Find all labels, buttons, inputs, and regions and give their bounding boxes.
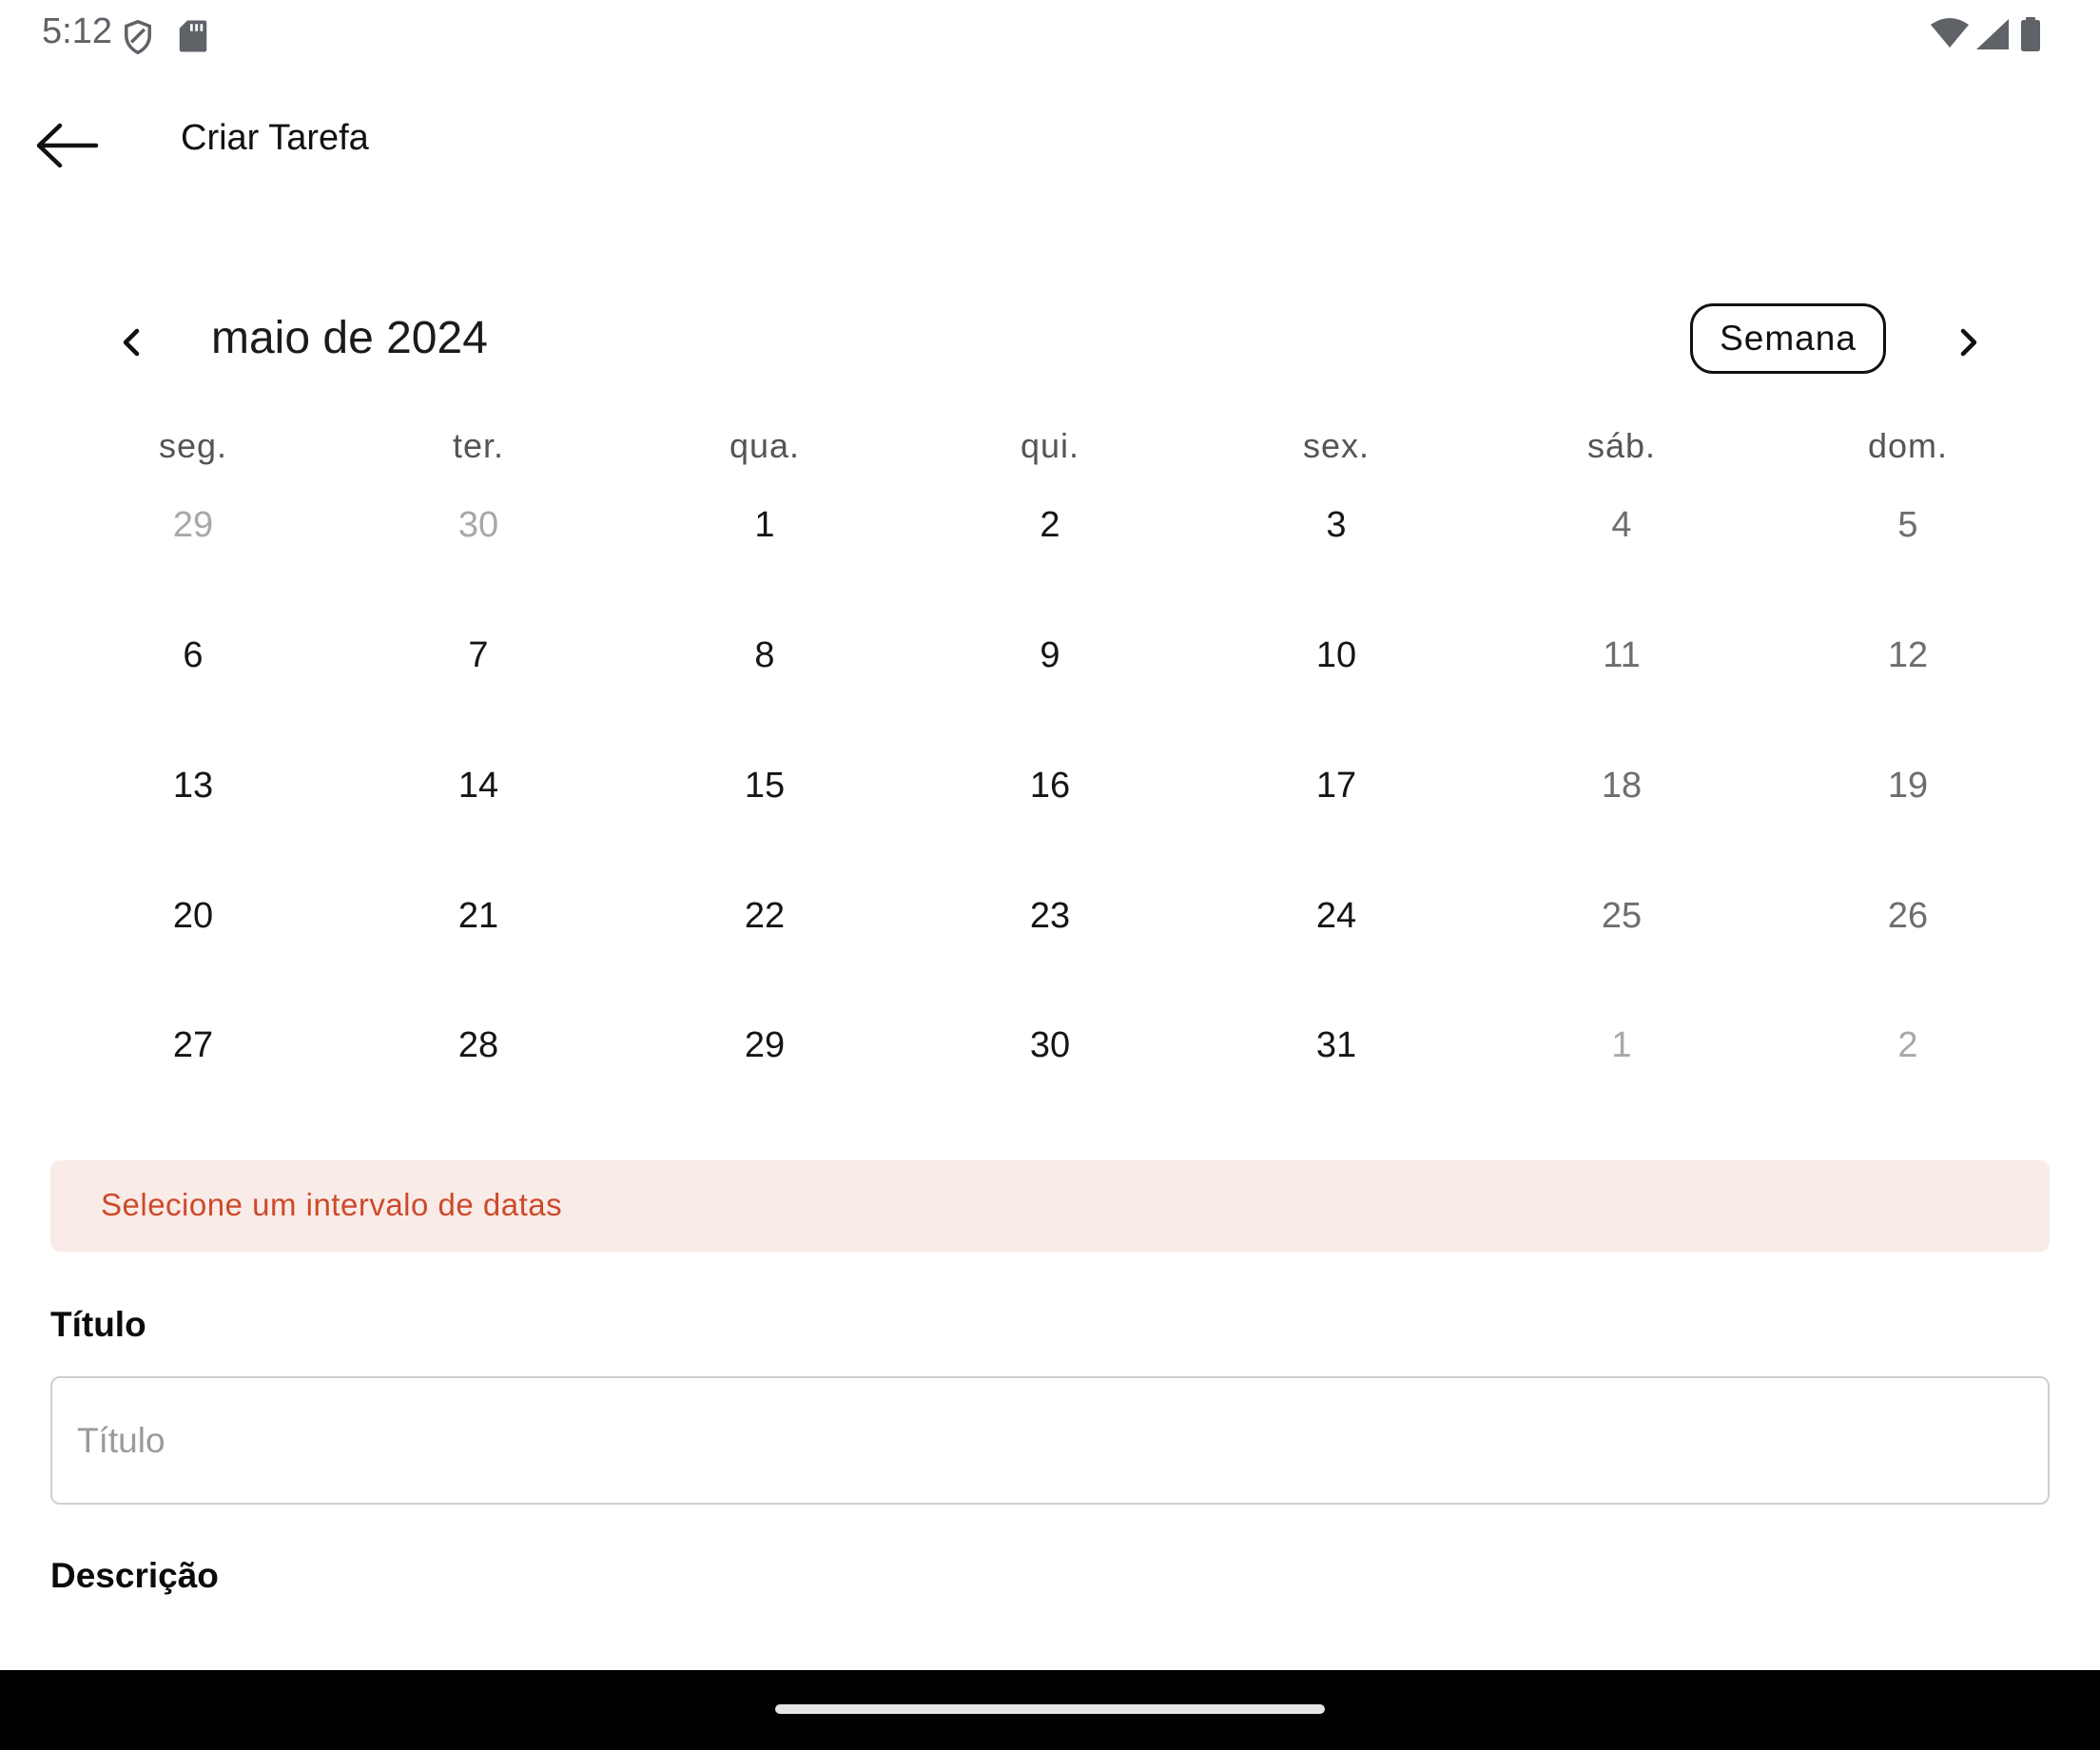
calendar-day[interactable]: 10 xyxy=(1241,608,1431,703)
chevron-right-icon xyxy=(1960,328,1977,357)
status-bar: 5:12 xyxy=(0,0,2100,70)
status-time: 5:12 xyxy=(42,11,112,51)
calendar-day[interactable]: 28 xyxy=(383,998,574,1093)
calendar-day-outside-month[interactable]: 29 xyxy=(98,477,288,573)
calendar-day[interactable]: 9 xyxy=(955,608,1145,703)
calendar-day-outside-month[interactable]: 1 xyxy=(1526,998,1717,1093)
weekday-saturday: sáb. xyxy=(1586,426,1657,465)
calendar-day[interactable]: 24 xyxy=(1241,868,1431,963)
system-navigation-bar xyxy=(0,1670,2100,1750)
sd-card-icon xyxy=(179,20,207,52)
arrow-back-icon xyxy=(36,123,99,168)
back-button[interactable] xyxy=(29,112,105,179)
calendar-day[interactable]: 15 xyxy=(670,738,860,833)
error-message: Selecione um intervalo de datas xyxy=(101,1187,563,1222)
description-label: Descrição xyxy=(50,1556,219,1595)
calendar-day-weekend[interactable]: 19 xyxy=(1813,738,2003,833)
month-label: maio de 2024 xyxy=(211,313,488,363)
calendar-day[interactable]: 20 xyxy=(98,868,288,963)
weekday-monday: seg. xyxy=(158,426,228,465)
weekday-tuesday: ter. xyxy=(452,426,505,465)
date-range-error-banner: Selecione um intervalo de datas xyxy=(50,1160,2050,1252)
calendar-day-weekend[interactable]: 4 xyxy=(1526,477,1717,573)
calendar-day-weekend[interactable]: 11 xyxy=(1526,608,1717,703)
calendar-day-weekend[interactable]: 5 xyxy=(1813,477,2003,573)
shield-icon xyxy=(125,19,151,55)
title-label: Título xyxy=(50,1305,146,1344)
calendar-day[interactable]: 1 xyxy=(670,477,860,573)
calendar-day[interactable]: 29 xyxy=(670,998,860,1093)
cell-signal-icon xyxy=(1976,19,2009,49)
calendar-day[interactable]: 13 xyxy=(98,738,288,833)
calendar-day-weekend[interactable]: 26 xyxy=(1813,868,2003,963)
battery-icon xyxy=(2021,17,2040,51)
calendar-day-weekend[interactable]: 12 xyxy=(1813,608,2003,703)
calendar-day[interactable]: 31 xyxy=(1241,998,1431,1093)
weekday-wednesday: qua. xyxy=(729,426,801,465)
calendar-day[interactable]: 2 xyxy=(955,477,1145,573)
app-bar: Criar Tarefa xyxy=(0,70,2100,213)
previous-month-button[interactable] xyxy=(107,314,156,371)
calendar-day-weekend[interactable]: 25 xyxy=(1526,868,1717,963)
calendar-day[interactable]: 6 xyxy=(98,608,288,703)
calendar-day-outside-month[interactable]: 2 xyxy=(1813,998,2003,1093)
calendar-day[interactable]: 21 xyxy=(383,868,574,963)
calendar-day[interactable]: 8 xyxy=(670,608,860,703)
week-view-button[interactable]: Semana xyxy=(1690,303,1886,374)
weekday-sunday: dom. xyxy=(1867,426,1949,465)
chevron-left-icon xyxy=(123,328,140,357)
calendar-day-outside-month[interactable]: 30 xyxy=(383,477,574,573)
weekday-thursday: qui. xyxy=(1020,426,1080,465)
home-gesture-handle[interactable] xyxy=(775,1704,1325,1714)
calendar-day[interactable]: 22 xyxy=(670,868,860,963)
calendar-day[interactable]: 30 xyxy=(955,998,1145,1093)
next-month-button[interactable] xyxy=(1944,314,1993,371)
calendar-day[interactable]: 7 xyxy=(383,608,574,703)
wifi-icon xyxy=(1931,18,1969,48)
calendar-day[interactable]: 14 xyxy=(383,738,574,833)
calendar-day[interactable]: 16 xyxy=(955,738,1145,833)
calendar-day-weekend[interactable]: 18 xyxy=(1526,738,1717,833)
title-input[interactable] xyxy=(50,1376,2050,1505)
page-title: Criar Tarefa xyxy=(181,118,369,158)
weekday-friday: sex. xyxy=(1302,426,1371,465)
calendar-day[interactable]: 27 xyxy=(98,998,288,1093)
calendar-day[interactable]: 3 xyxy=(1241,477,1431,573)
calendar-day[interactable]: 17 xyxy=(1241,738,1431,833)
calendar-day[interactable]: 23 xyxy=(955,868,1145,963)
